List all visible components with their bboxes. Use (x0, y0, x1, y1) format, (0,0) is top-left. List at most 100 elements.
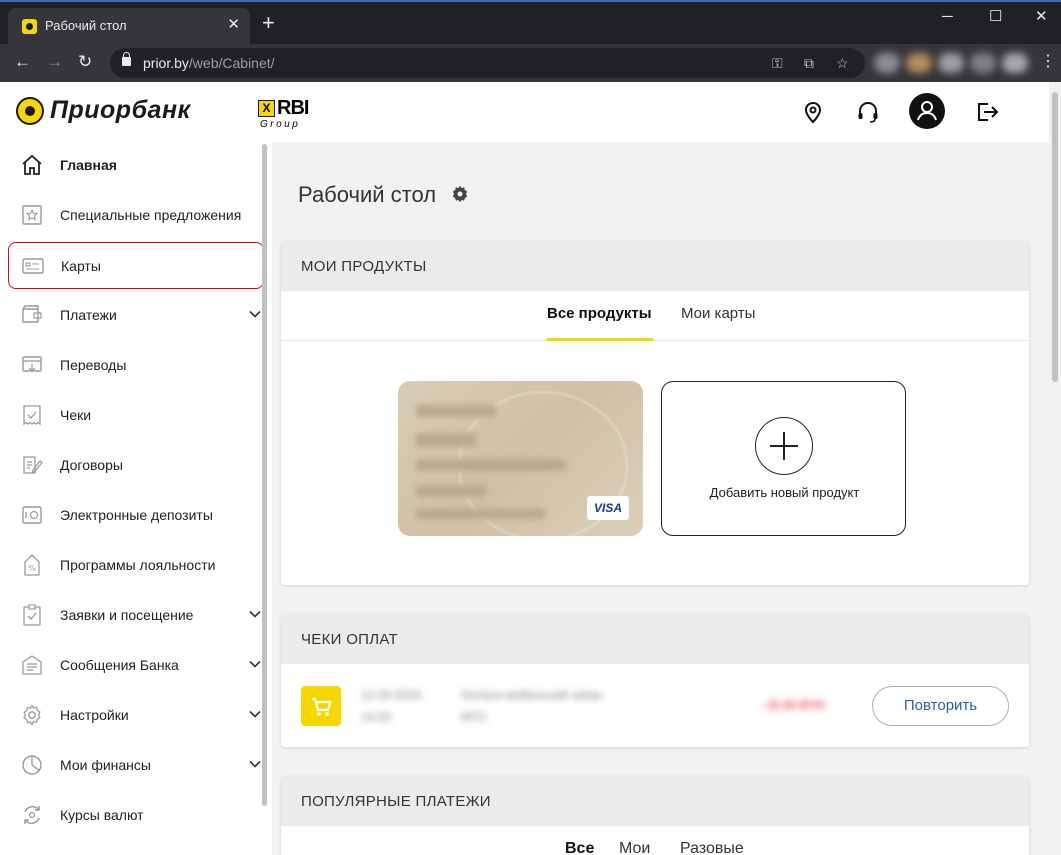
payment-receipts-panel: ЧЕКИ ОПЛАТ 12.03.2024 14:32 Оплата мобил… (281, 614, 1029, 747)
home-icon (22, 154, 42, 175)
receipt-date: 12.03.2024 (361, 688, 422, 702)
message-icon (22, 655, 42, 675)
translate-icon[interactable]: ⧉ (804, 54, 814, 72)
extension-icon[interactable] (874, 53, 900, 73)
add-product-label: Добавить новый продукт (709, 485, 860, 500)
sidebar-item-transfers[interactable]: Переводы (8, 342, 264, 388)
page-scrollbar-thumb[interactable] (1052, 92, 1058, 382)
new-tab-button[interactable]: + (262, 12, 275, 34)
star-icon (22, 205, 42, 225)
popular-heading: ПОПУЛЯРНЫЕ ПЛАТЕЖИ (281, 776, 1029, 826)
logout-icon[interactable] (970, 95, 1004, 129)
extension-icon[interactable] (970, 53, 996, 73)
deposit-icon (22, 506, 42, 524)
extension-icon[interactable] (906, 53, 932, 73)
sidebar-item-settings[interactable]: Настройки (8, 692, 264, 738)
tab-close-icon[interactable]: ✕ (227, 16, 240, 34)
sidebar-item-deposits[interactable]: Электронные депозиты (8, 492, 264, 538)
sidebar-item-applications[interactable]: Заявки и посещение (8, 592, 264, 638)
rbi-logo-mark: X (258, 100, 275, 117)
sidebar-nav: Главная Специальные предложения Карты Пл… (0, 142, 272, 855)
priorbank-logo-icon[interactable] (16, 97, 44, 125)
sidebar-item-label: Сообщения Банка (60, 657, 179, 673)
url-text: prior.by/web/Cabinet/ (143, 55, 275, 71)
rbi-group-text: Group (260, 119, 301, 130)
address-bar[interactable]: prior.by/web/Cabinet/ ⚿ ⧉ ☆ (110, 48, 865, 78)
chevron-down-icon[interactable] (248, 707, 262, 721)
receipt-description-2: МТС (461, 710, 487, 724)
profile-user-icon[interactable] (909, 93, 945, 129)
browser-tab[interactable]: Рабочий стол ✕ (8, 8, 250, 44)
card-icon (22, 258, 44, 274)
reload-button[interactable]: ↻ (78, 52, 92, 72)
tab-popular-mine[interactable]: Мои (619, 840, 650, 855)
sidebar-item-exchange-rates[interactable]: Курсы валют (8, 792, 264, 838)
gear-icon (23, 704, 41, 726)
tab-my-cards[interactable]: Мои карты (681, 305, 755, 322)
sidebar-item-label: Электронные депозиты (60, 507, 213, 523)
chevron-down-icon[interactable] (248, 607, 262, 621)
browser-menu-icon[interactable]: ⋮ (1040, 53, 1056, 71)
pie-chart-icon (22, 755, 42, 775)
tab-title: Рабочий стол (45, 18, 127, 33)
location-pin-icon[interactable] (796, 95, 830, 129)
shopping-cart-icon (301, 686, 341, 726)
receipt-icon (23, 405, 41, 426)
sidebar-item-receipts[interactable]: Чеки (8, 392, 264, 438)
key-icon[interactable]: ⚿ (772, 54, 783, 72)
sidebar-item-payments[interactable]: Платежи (8, 292, 264, 338)
receipt-amount: - 15,00 BYN (759, 698, 825, 712)
receipts-heading: ЧЕКИ ОПЛАТ (281, 614, 1029, 664)
sidebar-item-label: Настройки (60, 707, 129, 723)
profile-avatar-icon[interactable] (1002, 53, 1028, 73)
browser-tab-bar: Рабочий стол ✕ + ─ ☐ ✕ (0, 0, 1061, 44)
card-blurred-text (416, 509, 546, 519)
chevron-down-icon[interactable] (248, 657, 262, 671)
receipt-time: 14:32 (361, 710, 392, 724)
sidebar-item-label: Программы лояльности (60, 557, 216, 573)
sidebar-item-home[interactable]: Главная (8, 142, 264, 188)
maximize-button[interactable]: ☐ (989, 8, 1002, 26)
wallet-icon (22, 305, 42, 323)
settings-gear-icon[interactable] (450, 184, 470, 204)
sidebar-item-contracts[interactable]: Договоры (8, 442, 264, 488)
sidebar-item-special-offers[interactable]: Специальные предложения (8, 192, 264, 238)
popular-payments-panel: ПОПУЛЯРНЫЕ ПЛАТЕЖИ Все Мои Разовые (281, 776, 1029, 855)
sidebar-item-my-finances[interactable]: Мои финансы (8, 742, 264, 788)
bookmark-star-icon[interactable]: ☆ (836, 54, 849, 72)
tab-popular-all[interactable]: Все (565, 840, 594, 855)
sidebar-item-label: Курсы валют (60, 807, 144, 823)
close-window-button[interactable]: ✕ (1035, 8, 1048, 26)
my-products-panel: МОИ ПРОДУКТЫ Все продукты Мои карты VISA… (281, 241, 1029, 585)
chevron-down-icon[interactable] (248, 757, 262, 771)
sidebar-item-loyalty[interactable]: % Программы лояльности (8, 542, 264, 588)
plus-icon (755, 417, 813, 475)
minimize-button[interactable]: ─ (942, 8, 953, 26)
tab-all-products[interactable]: Все продукты (547, 305, 652, 322)
products-tabs: Все продукты Мои карты (281, 291, 1029, 341)
tab-popular-one-time[interactable]: Разовые (680, 840, 744, 855)
sidebar-scrollbar[interactable] (262, 144, 267, 806)
sidebar-item-bank-messages[interactable]: Сообщения Банка (8, 642, 264, 688)
card-blurred-text (416, 433, 476, 447)
extension-icon[interactable] (938, 53, 964, 73)
transfer-icon (22, 356, 42, 372)
sidebar-item-label: Заявки и посещение (60, 607, 194, 623)
chevron-down-icon[interactable] (248, 307, 262, 321)
forward-button[interactable]: → (46, 52, 63, 72)
card-blurred-text (416, 405, 496, 417)
sidebar-item-label: Карты (61, 258, 101, 274)
bank-card[interactable]: VISA (398, 381, 643, 536)
repeat-payment-button[interactable]: Повторить (872, 686, 1009, 726)
back-button[interactable]: ← (14, 52, 31, 72)
priorbank-logo-text[interactable]: Приорбанк (50, 96, 191, 125)
card-blurred-text (416, 459, 566, 471)
window-top-edge (0, 0, 1061, 2)
visa-logo: VISA (587, 496, 629, 520)
my-products-heading: МОИ ПРОДУКТЫ (281, 241, 1029, 291)
sidebar-item-label: Договоры (60, 457, 123, 473)
sidebar-item-cards[interactable]: Карты (8, 242, 264, 289)
add-product-button[interactable]: Добавить новый продукт (661, 381, 906, 536)
support-headset-icon[interactable] (851, 95, 885, 129)
sidebar-item-label: Переводы (60, 357, 127, 373)
